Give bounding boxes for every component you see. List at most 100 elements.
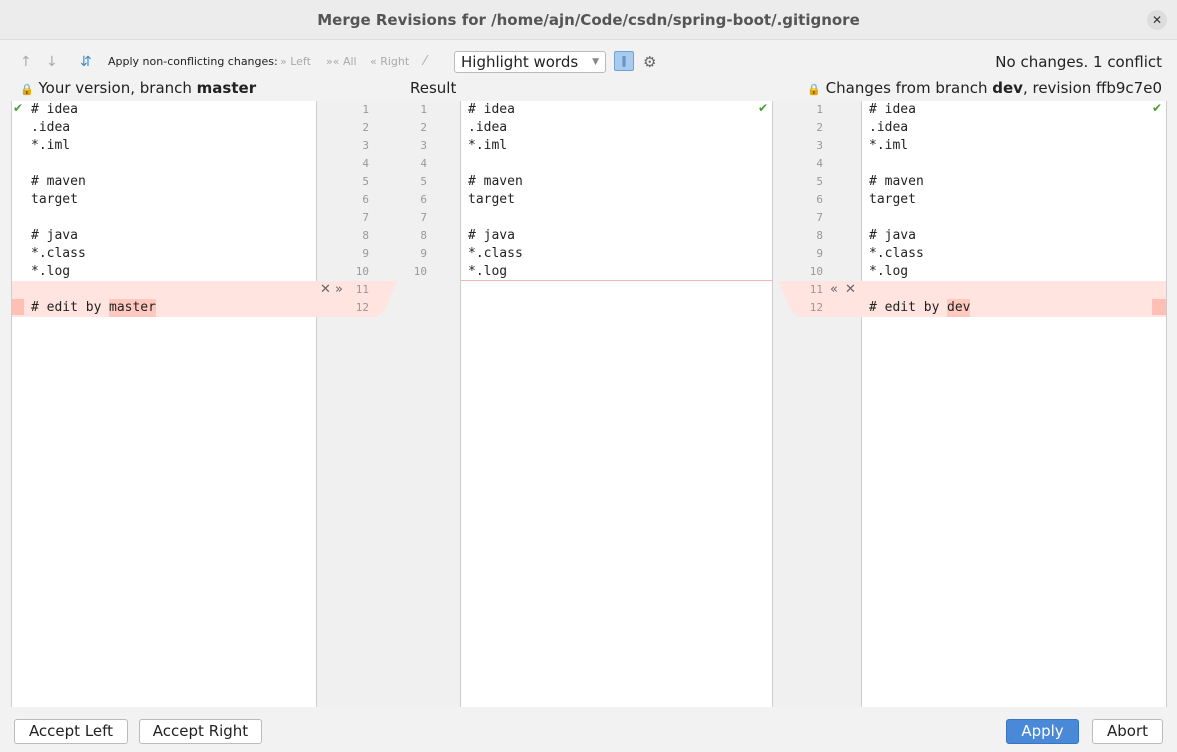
line-number: 10 — [355, 265, 369, 278]
line-number: 2 — [420, 121, 427, 134]
apply-left-button[interactable]: » Left — [280, 51, 311, 73]
window-title: Merge Revisions for /home/ajn/Code/csdn/… — [0, 0, 1177, 40]
line-number: 8 — [816, 229, 823, 242]
check-icon: ✔ — [758, 101, 769, 115]
code-line: # java — [31, 228, 78, 243]
code-line: # edit by — [869, 300, 948, 315]
line-number: 6 — [816, 193, 823, 206]
result-header: Result — [410, 79, 457, 97]
left-change-marker — [12, 299, 24, 315]
code-line: *.class — [869, 246, 924, 261]
line-number: 12 — [809, 301, 823, 314]
line-number: 11 — [355, 283, 369, 296]
line-number: 10 — [809, 265, 823, 278]
left-header: 🔒 Your version, branch master — [20, 78, 256, 100]
line-number: 4 — [420, 157, 427, 170]
line-number: 4 — [362, 157, 369, 170]
code-line: # idea — [869, 102, 916, 117]
code-line: # java — [468, 228, 515, 243]
conflict-status: No changes. 1 conflict — [995, 53, 1162, 71]
line-number: 10 — [413, 265, 427, 278]
right-header: 🔒 Changes from branch dev, revision ffb9… — [807, 78, 1162, 100]
line-number: 8 — [420, 229, 427, 242]
lock-icon: 🔒 — [20, 83, 34, 96]
code-line: # idea — [31, 102, 78, 117]
line-number: 7 — [362, 211, 369, 224]
accept-right-button[interactable]: Accept Right — [139, 719, 262, 744]
left-gutter — [317, 101, 460, 707]
apply-label: Apply non-conflicting changes: — [108, 55, 278, 68]
right-revision: , revision ffb9c7e0 — [1022, 79, 1162, 97]
line-number: 3 — [362, 139, 369, 152]
code-line: # maven — [31, 174, 86, 189]
accept-left-button[interactable]: Accept Left — [14, 719, 128, 744]
highlighted-word: master — [109, 299, 156, 317]
line-number: 5 — [362, 175, 369, 188]
magic-resolve-icon[interactable]: ⇵ — [80, 51, 92, 73]
code-line: .idea — [869, 120, 909, 135]
right-change-marker — [1152, 299, 1166, 315]
line-number: 1 — [420, 103, 427, 116]
wand-icon[interactable]: ⁄ — [424, 51, 426, 73]
line-number: 8 — [362, 229, 369, 242]
left-header-text: Your version, branch — [38, 79, 197, 97]
line-number: 5 — [816, 175, 823, 188]
chevron-down-icon: ▼ — [592, 57, 599, 67]
reject-left-icon[interactable]: ✕ — [320, 282, 331, 297]
code-line: target — [31, 192, 78, 207]
line-number: 1 — [816, 103, 823, 116]
code-line: # idea — [468, 102, 515, 117]
right-header-text: Changes from branch — [825, 79, 993, 97]
line-number: 9 — [816, 247, 823, 260]
apply-all-button[interactable]: »« All — [326, 51, 357, 73]
highlight-value: Highlight words — [461, 53, 579, 71]
code-line: # maven — [468, 174, 523, 189]
code-line: target — [468, 192, 515, 207]
right-label: Right — [380, 55, 410, 68]
line-number: 7 — [420, 211, 427, 224]
code-line: # java — [869, 228, 916, 243]
line-number: 3 — [420, 139, 427, 152]
line-number: 7 — [816, 211, 823, 224]
check-icon: ✔ — [1152, 101, 1163, 115]
code-line: *.class — [31, 246, 86, 261]
line-number: 9 — [420, 247, 427, 260]
apply-left-icon[interactable]: » — [335, 282, 343, 297]
check-icon: ✔ — [13, 101, 24, 115]
code-line: *.iml — [468, 138, 508, 153]
sync-scroll-toggle[interactable]: ‖ — [614, 51, 634, 71]
line-number: 11 — [809, 283, 823, 296]
code-line: *.log — [869, 264, 909, 279]
apply-button[interactable]: Apply — [1006, 719, 1079, 744]
code-line: *.iml — [869, 138, 909, 153]
right-branch: dev — [992, 79, 1023, 97]
line-number: 4 — [816, 157, 823, 170]
title-text: Merge Revisions for /home/ajn/Code/csdn/… — [317, 11, 860, 29]
reject-right-icon[interactable]: ✕ — [845, 282, 856, 297]
code-line: *.iml — [31, 138, 71, 153]
code-line: *.log — [468, 264, 508, 279]
code-line: .idea — [31, 120, 71, 135]
line-number: 1 — [362, 103, 369, 116]
abort-button[interactable]: Abort — [1092, 719, 1163, 744]
next-change-icon[interactable]: ↓ — [46, 51, 58, 73]
highlight-select[interactable]: Highlight words ▼ — [454, 51, 606, 73]
close-button[interactable]: ✕ — [1147, 10, 1167, 30]
line-number: 5 — [420, 175, 427, 188]
left-label: Left — [290, 55, 311, 68]
lock-icon: 🔒 — [807, 83, 821, 96]
prev-change-icon[interactable]: ↑ — [20, 51, 32, 73]
line-number: 2 — [362, 121, 369, 134]
left-branch: master — [196, 79, 257, 97]
code-line: target — [869, 192, 916, 207]
line-number: 3 — [816, 139, 823, 152]
line-number: 9 — [362, 247, 369, 260]
line-number: 2 — [816, 121, 823, 134]
line-number: 12 — [355, 301, 369, 314]
apply-right-icon[interactable]: « — [830, 282, 838, 297]
gear-icon[interactable]: ⚙ — [643, 51, 656, 73]
apply-right-button[interactable]: « Right — [370, 51, 409, 73]
highlighted-word: dev — [947, 299, 971, 317]
code-line: *.log — [31, 264, 71, 279]
code-line: *.class — [468, 246, 523, 261]
